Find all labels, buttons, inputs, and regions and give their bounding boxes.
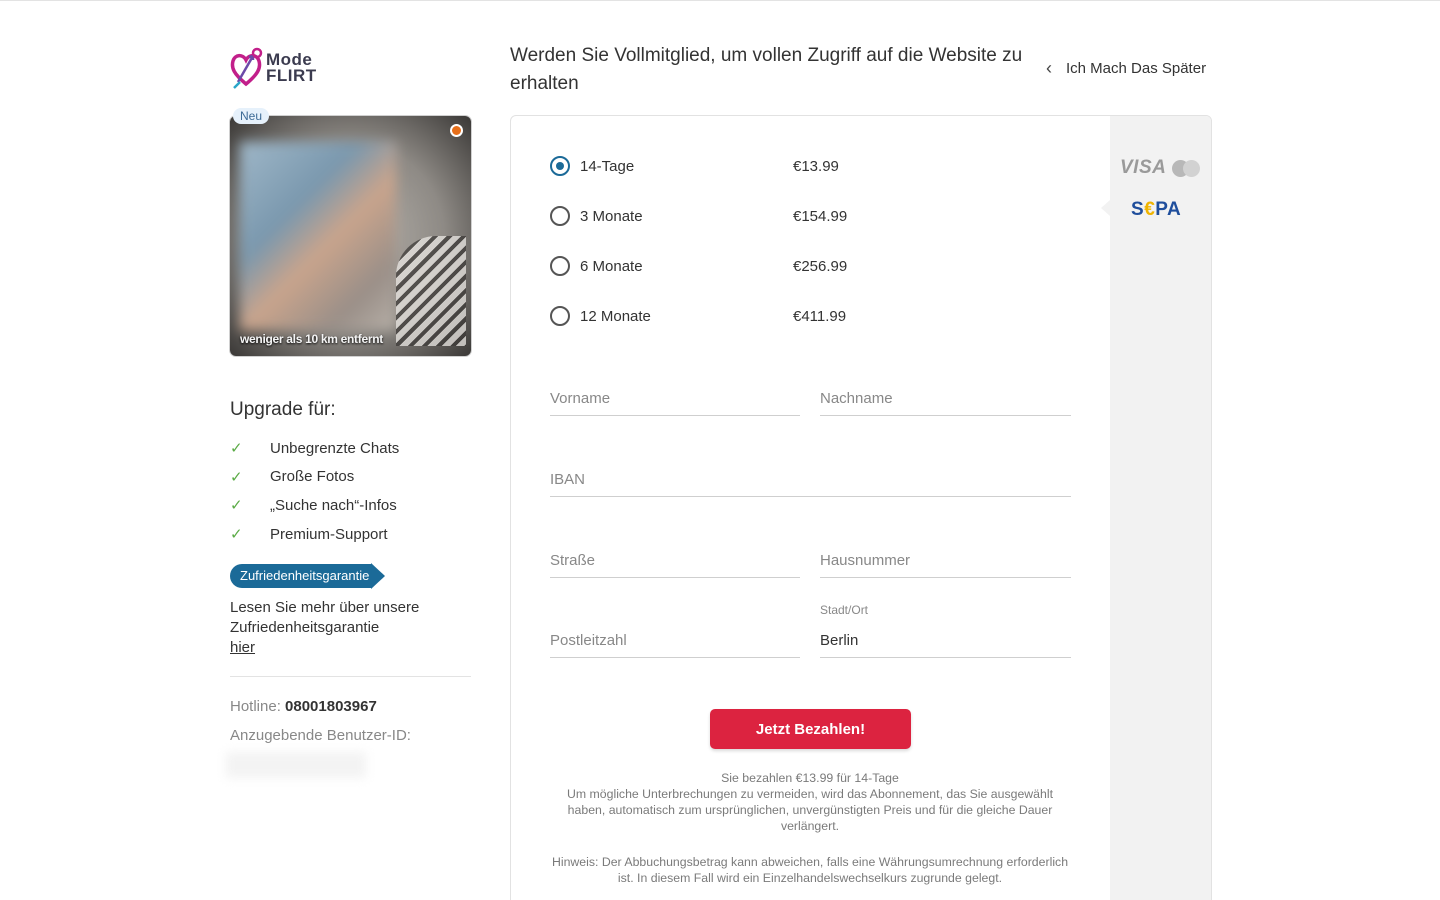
radio-unselected[interactable]	[550, 256, 570, 276]
payment-methods-sidebar	[1110, 116, 1211, 900]
plan-label: 3 Monate	[580, 207, 643, 225]
guarantee-badge-label: Zufriedenheitsgarantie	[230, 564, 372, 588]
guarantee-arrow-icon	[371, 563, 386, 589]
iban-field	[550, 465, 1071, 497]
housenumber-field	[820, 546, 1071, 578]
plan-label: 14-Tage	[580, 157, 635, 175]
sepa-method[interactable]: S€PA	[1131, 199, 1181, 221]
feature-label: „Suche nach“-Infos	[270, 496, 397, 514]
plan-option-14-tage[interactable]: 14-Tage €13.99	[550, 155, 839, 177]
street-input[interactable]	[550, 546, 800, 569]
feature-list: ✓ Unbegrenzte Chats ✓ Große Fotos ✓ „Suche …	[230, 434, 399, 548]
feature-label: Premium-Support	[270, 525, 388, 543]
sepa-s: S	[1131, 199, 1145, 220]
check-icon: ✓	[230, 468, 243, 486]
mastercard-icon[interactable]	[1172, 160, 1200, 177]
sepa-pa: PA	[1155, 199, 1182, 220]
plan-option-6-monate[interactable]: 6 Monate €256.99	[550, 255, 847, 277]
logo[interactable]: Mode FLIRT	[229, 46, 317, 90]
housenumber-input[interactable]	[820, 546, 1071, 569]
hotline: Hotline: 08001803967	[230, 698, 377, 715]
logo-text: Mode FLIRT	[266, 51, 317, 85]
zip-input[interactable]	[550, 626, 800, 649]
divider	[230, 676, 471, 677]
radio-selected[interactable]	[550, 156, 570, 176]
feature-item: ✓ Unbegrenzte Chats	[230, 434, 399, 463]
plan-price: €256.99	[793, 257, 848, 275]
renewal-notice: Um mögliche Unterbrechungen zu vermeiden…	[567, 787, 1053, 833]
currency-hint: Hinweis: Der Abbuchungsbetrag kann abwei…	[551, 855, 1069, 885]
feature-item: ✓ Premium-Support	[230, 520, 399, 549]
online-status-dot	[450, 124, 463, 137]
hotline-number: 08001803967	[285, 698, 377, 715]
new-badge: Neu	[233, 108, 270, 124]
page-title: Werden Sie Vollmitglied, um vollen Zugri…	[510, 45, 1023, 94]
plan-price: €154.99	[793, 207, 848, 225]
plan-option-12-monate[interactable]: 12 Monate €411.99	[550, 305, 846, 327]
iban-input[interactable]	[550, 465, 1071, 488]
radio-unselected[interactable]	[550, 206, 570, 226]
plan-label: 12 Monate	[580, 307, 651, 325]
plan-price: €13.99	[793, 157, 839, 175]
chevron-left-icon: ‹	[1046, 58, 1052, 78]
check-icon: ✓	[230, 497, 243, 515]
feature-item: ✓ Große Fotos	[230, 463, 399, 492]
guarantee-text: Lesen Sie mehr über unsere Zufriedenheit…	[230, 598, 450, 658]
distance-caption: weniger als 10 km entfernt	[240, 332, 383, 346]
skip-later-label: Ich Mach Das Später	[1066, 60, 1207, 77]
hotline-label: Hotline:	[230, 698, 281, 715]
visa-method[interactable]: VISA	[1120, 157, 1166, 179]
payment-summary: Sie bezahlen €13.99 für 14-Tage Um mögli…	[550, 770, 1070, 834]
payment-method-pointer	[1101, 200, 1110, 216]
user-id-label: Anzugebende Benutzer-ID:	[230, 727, 411, 744]
city-label: Stadt/Ort	[820, 603, 869, 617]
lastname-field	[820, 384, 1071, 416]
radio-unselected[interactable]	[550, 306, 570, 326]
plan-label: 6 Monate	[580, 257, 643, 275]
city-field	[820, 626, 1071, 658]
firstname-input[interactable]	[550, 384, 800, 407]
city-input[interactable]	[820, 626, 1071, 649]
lastname-input[interactable]	[820, 384, 1071, 407]
top-border	[0, 0, 1440, 1]
check-icon: ✓	[230, 440, 243, 458]
user-id-value-redacted	[226, 752, 366, 778]
logo-line-2: FLIRT	[266, 66, 317, 85]
firstname-field	[550, 384, 800, 416]
guarantee-badge: Zufriedenheitsgarantie	[230, 563, 386, 589]
guarantee-link[interactable]: hier	[230, 639, 255, 656]
heart-logo-icon	[230, 47, 263, 89]
pay-now-button[interactable]: Jetzt Bezahlen!	[710, 709, 911, 749]
payment-summary-line: Sie bezahlen €13.99 für 14-Tage	[721, 771, 899, 785]
feature-label: Unbegrenzte Chats	[270, 439, 400, 457]
street-field	[550, 546, 800, 578]
profile-photo-detail	[396, 236, 466, 346]
profile-photo	[240, 142, 396, 330]
plan-option-3-monate[interactable]: 3 Monate €154.99	[550, 205, 847, 227]
sepa-euro: €	[1144, 199, 1156, 220]
skip-later-button[interactable]: ‹ Ich Mach Das Später	[1046, 58, 1206, 79]
check-icon: ✓	[230, 526, 243, 544]
feature-label: Große Fotos	[270, 468, 355, 486]
zip-field	[550, 626, 800, 658]
guarantee-description: Lesen Sie mehr über unsere Zufriedenheit…	[230, 599, 420, 636]
feature-item: ✓ „Suche nach“-Infos	[230, 491, 399, 520]
profile-photo-card[interactable]: weniger als 10 km entfernt	[230, 116, 471, 356]
upgrade-title: Upgrade für:	[230, 399, 336, 420]
plan-price: €411.99	[793, 307, 847, 325]
